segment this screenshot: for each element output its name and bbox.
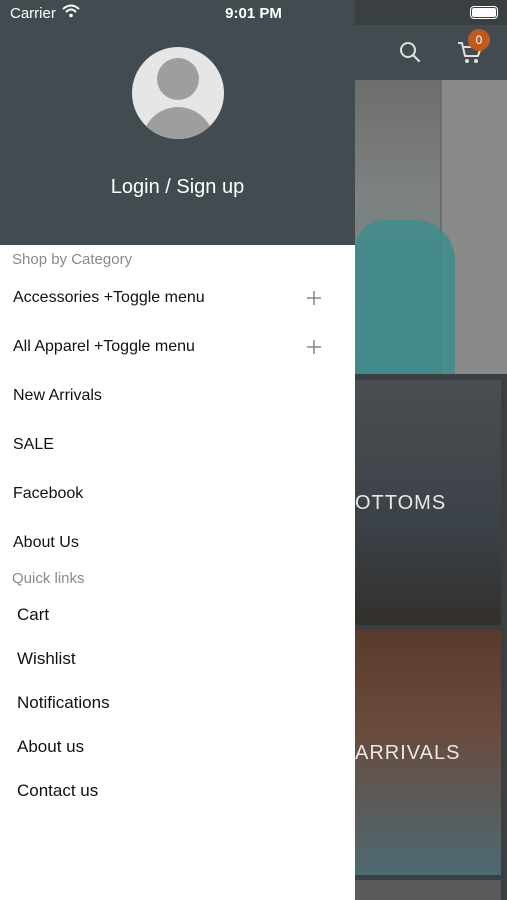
search-icon[interactable] [398, 40, 422, 64]
menu-item-label: All Apparel +Toggle menu [13, 338, 195, 355]
menu-item-label: New Arrivals [13, 387, 102, 404]
category-tile-arrivals[interactable]: ARRIVALS [355, 630, 501, 875]
quick-link-notifications[interactable]: Notifications [17, 693, 110, 713]
tile-label: OTTOMS [355, 492, 447, 514]
menu-item-label: About Us [13, 534, 79, 551]
login-signup-link[interactable]: Login / Sign up [0, 176, 355, 199]
menu-item-sale[interactable]: SALE [13, 436, 343, 460]
menu-item-facebook[interactable]: Facebook [13, 485, 343, 509]
menu-item-about-us[interactable]: About Us [13, 534, 343, 558]
avatar[interactable] [132, 47, 224, 139]
quick-link-about-us[interactable]: About us [17, 737, 84, 757]
menu-item-all-apparel[interactable]: All Apparel +Toggle menu [13, 338, 343, 362]
menu-item-label: SALE [13, 436, 54, 453]
expand-plus-icon[interactable] [306, 335, 322, 359]
section-title-shop: Shop by Category [12, 251, 133, 268]
quick-link-contact-us[interactable]: Contact us [17, 781, 98, 801]
drawer-header: Login / Sign up [0, 0, 355, 245]
menu-item-label: Accessories +Toggle menu [13, 289, 205, 306]
menu-item-label: Facebook [13, 485, 84, 502]
navigation-drawer: Login / Sign up Shop by Category Accesso… [0, 0, 355, 900]
cart-count-badge: 0 [468, 29, 490, 51]
category-tile-partial [355, 880, 501, 900]
clock: 9:01 PM [225, 5, 282, 22]
category-tile-bottoms[interactable]: OTTOMS [355, 380, 501, 625]
quick-link-cart[interactable]: Cart [17, 605, 49, 625]
tile-label: ARRIVALS [355, 742, 461, 764]
status-bar: Carrier 9:01 PM [0, 0, 507, 25]
quick-link-wishlist[interactable]: Wishlist [17, 649, 76, 669]
battery-icon [470, 6, 498, 19]
menu-item-accessories[interactable]: Accessories +Toggle menu [13, 289, 343, 313]
section-title-quick-links: Quick links [12, 570, 85, 587]
hero-banner-image[interactable] [355, 80, 507, 374]
menu-item-new-arrivals[interactable]: New Arrivals [13, 387, 343, 411]
expand-plus-icon[interactable] [306, 286, 322, 310]
